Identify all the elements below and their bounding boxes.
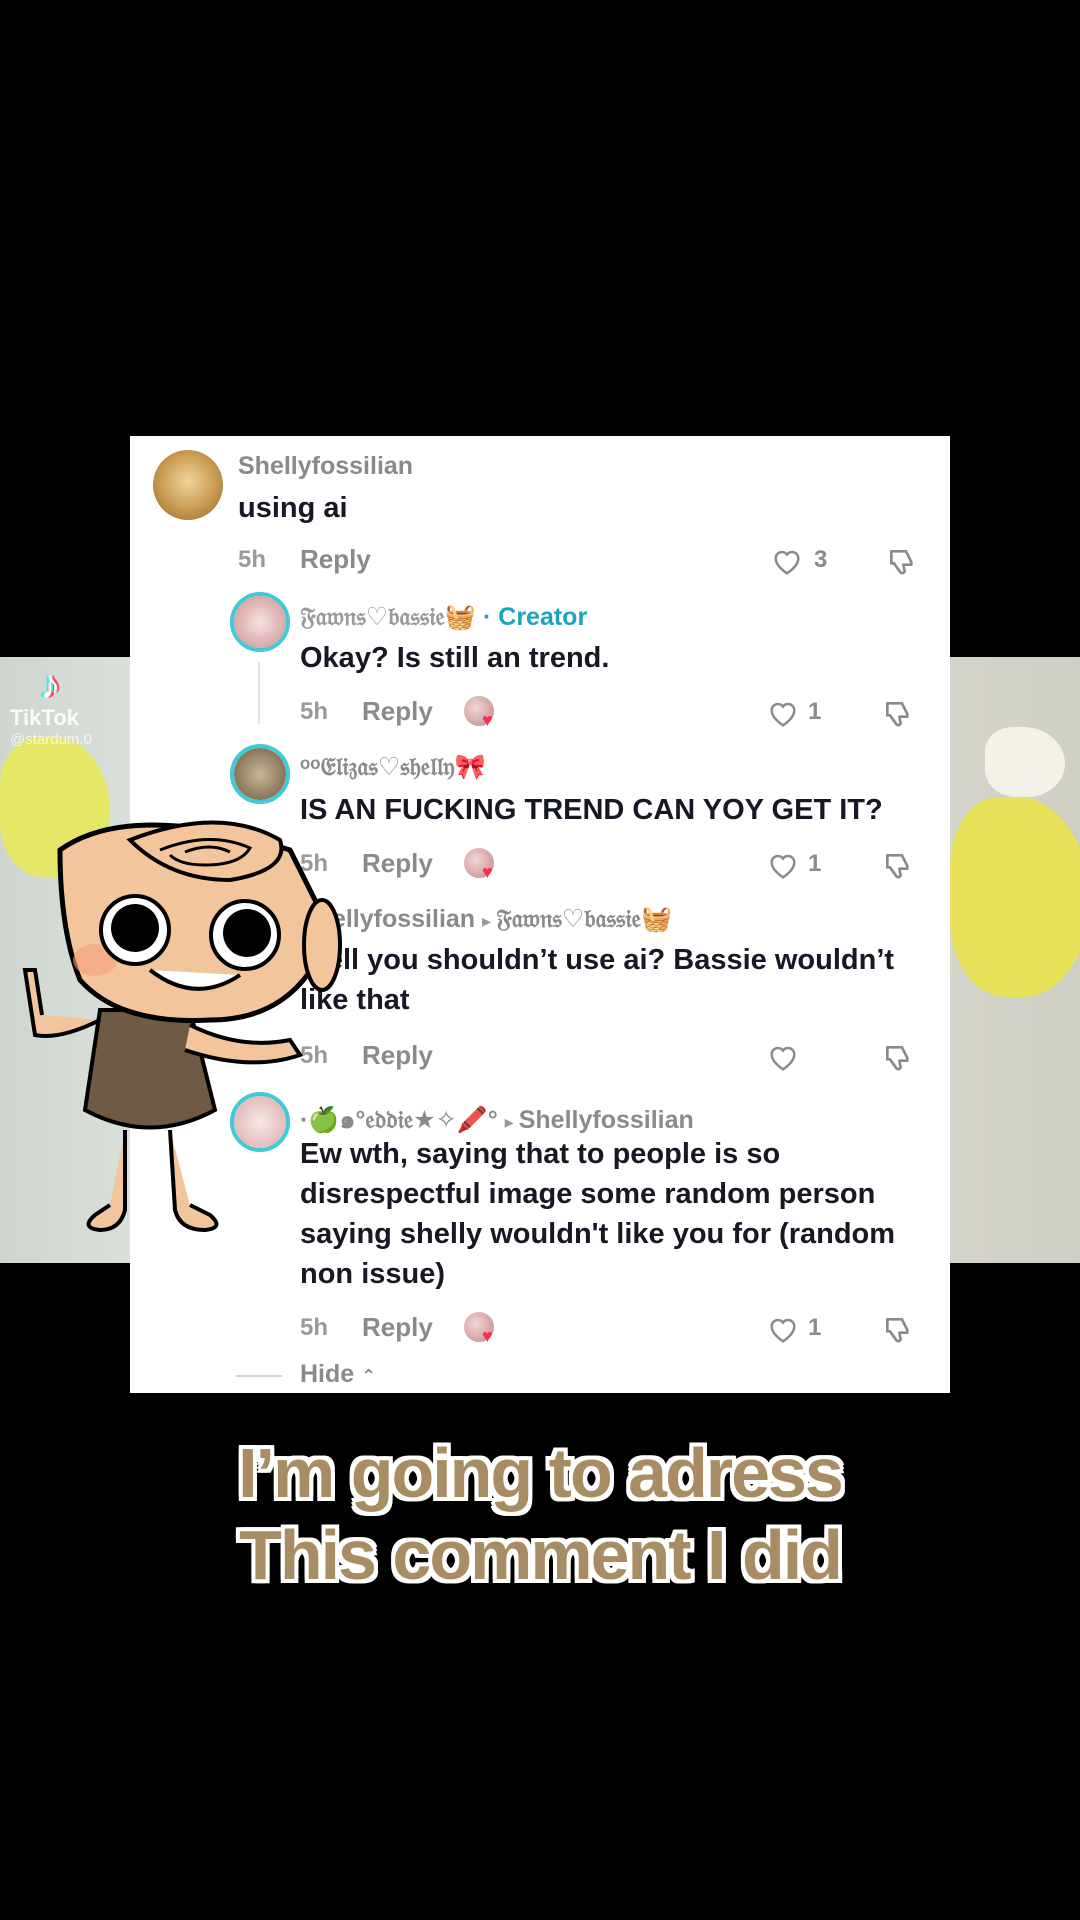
dislike-icon[interactable] [882,1314,914,1346]
comment-username[interactable]: ᵒᵒ𝔈𝔩𝔦𝔷𝔞𝔰♡𝔰𝔥𝔢𝔩𝔩𝔶🎀 [300,752,486,782]
cartoon-character-sticker [22,820,342,1233]
reply-arrow-icon: ▸ [482,911,497,931]
like-count: 1 [808,1314,822,1341]
caption-line: This comment I did [239,1516,843,1594]
hide-replies-button[interactable]: Hide ⌃ [300,1360,376,1389]
reply-to-username: 𝔉𝔞𝔴𝔫𝔰♡𝔟𝔞𝔰𝔰𝔦𝔢🧺 [496,905,673,933]
tiktok-username: @stardum.0 [10,731,92,748]
dislike-icon[interactable] [886,546,918,578]
avatar[interactable] [230,592,290,652]
reply-button[interactable]: Reply [300,544,371,575]
comment-text: Okay? Is still an trend. [300,642,610,674]
creator-heart-icon: ♥ [482,710,493,730]
like-count: 1 [808,850,822,877]
comment-username[interactable]: Shellyfossilian [238,452,413,481]
comment-username[interactable]: 𝔉𝔞𝔴𝔫𝔰♡𝔟𝔞𝔰𝔰𝔦𝔢🧺 · Creator [300,602,587,632]
heart-icon[interactable] [768,1044,798,1072]
hide-label: Hide [300,1360,355,1388]
dislike-icon[interactable] [882,698,914,730]
avatar[interactable] [230,744,290,804]
heart-icon[interactable] [772,548,802,576]
comment-text: Ew wth, saying that to people is so disr… [300,1138,896,1290]
bg-yellow-shape-right [950,797,1080,997]
dislike-icon[interactable] [882,850,914,882]
reply-button[interactable]: Reply [362,1040,433,1071]
heart-icon[interactable] [768,700,798,728]
avatar[interactable] [153,450,223,520]
comment-time: 5h [300,698,329,725]
creator-badge: · Creator [483,603,588,631]
like-count: 3 [814,546,828,573]
comment-text: IS AN FUCKING TREND CAN YOY GET IT? [300,794,883,826]
hide-divider [236,1375,282,1377]
tiktok-app-name: TikTok [10,705,79,730]
thread-line [258,662,260,724]
reply-arrow-icon: ▸ [504,1112,519,1132]
creator-heart-icon: ♥ [482,862,493,882]
chevron-up-icon: ⌃ [361,1366,377,1386]
like-count: 1 [808,698,822,725]
tiktok-logo-icon: ♪ [40,663,60,707]
caption-line: I’m going to adress [238,1434,844,1512]
comment-username-text: 𝔉𝔞𝔴𝔫𝔰♡𝔟𝔞𝔰𝔰𝔦𝔢🧺 [300,603,477,631]
heart-icon[interactable] [768,1316,798,1344]
reply-to-username: Shellyfossilian [518,1106,694,1134]
comment-text: using ai [238,492,348,524]
comment-time: 5h [300,1314,329,1341]
comment-time: 5h [238,546,267,573]
reply-button[interactable]: Reply [362,1312,433,1343]
bg-white-shape [985,727,1065,797]
tiktok-watermark: ♪ TikTok @stardum.0 [10,665,130,748]
heart-icon[interactable] [768,852,798,880]
creator-heart-icon: ♥ [482,1326,493,1346]
reply-button[interactable]: Reply [362,848,433,879]
comment-text: Well you shouldn’t use ai? Bassie wouldn… [300,944,895,1016]
reply-button[interactable]: Reply [362,696,433,727]
video-caption: I’m going to adress This comment I did [0,1432,1080,1596]
dislike-icon[interactable] [882,1042,914,1074]
